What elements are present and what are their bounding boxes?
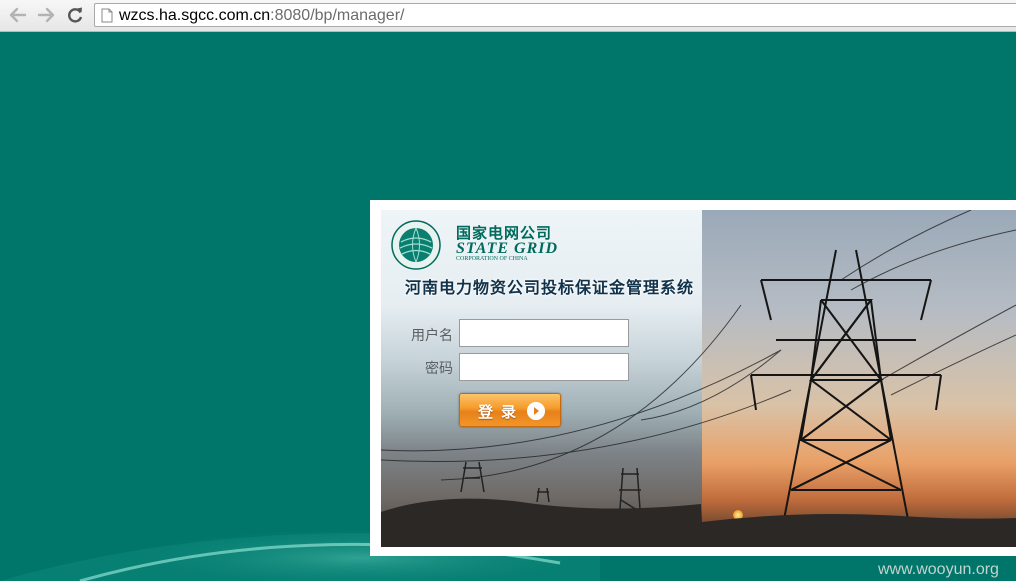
username-label: 用户名 [411,328,453,344]
login-panel: 国家电网公司 STATE GRID CORPORATION OF CHINA 河… [381,210,1016,547]
state-grid-logo-icon [391,220,441,270]
page-icon [101,8,113,23]
system-title: 河南电力物资公司投标保证金管理系统 [405,278,695,297]
arrow-right-icon [37,7,55,23]
login-button[interactable]: 登录 [459,393,561,427]
login-button-label: 登录 [478,403,525,421]
password-input[interactable] [459,353,629,381]
url-host: wzcs.ha.sgcc.com.cn [119,7,271,24]
play-arrow-icon [527,402,545,420]
ground-silhouette [381,498,1016,547]
username-input[interactable] [459,319,629,347]
browser-toolbar: wzcs.ha.sgcc.com.cn:8080/bp/manager/ [0,0,1016,32]
reload-button[interactable] [64,5,86,25]
url-text: wzcs.ha.sgcc.com.cn:8080/bp/manager/ [119,6,404,26]
address-bar[interactable]: wzcs.ha.sgcc.com.cn:8080/bp/manager/ [94,3,1016,27]
arrow-left-icon [9,7,27,23]
forward-button[interactable] [35,5,57,25]
watermark: www.wooyun.org [878,561,999,578]
url-path: :8080/bp/manager/ [270,7,405,24]
reload-icon [68,7,83,23]
back-button[interactable] [7,5,29,25]
password-label: 密码 [425,361,453,377]
company-subtitle-en: CORPORATION OF CHINA [456,256,528,262]
